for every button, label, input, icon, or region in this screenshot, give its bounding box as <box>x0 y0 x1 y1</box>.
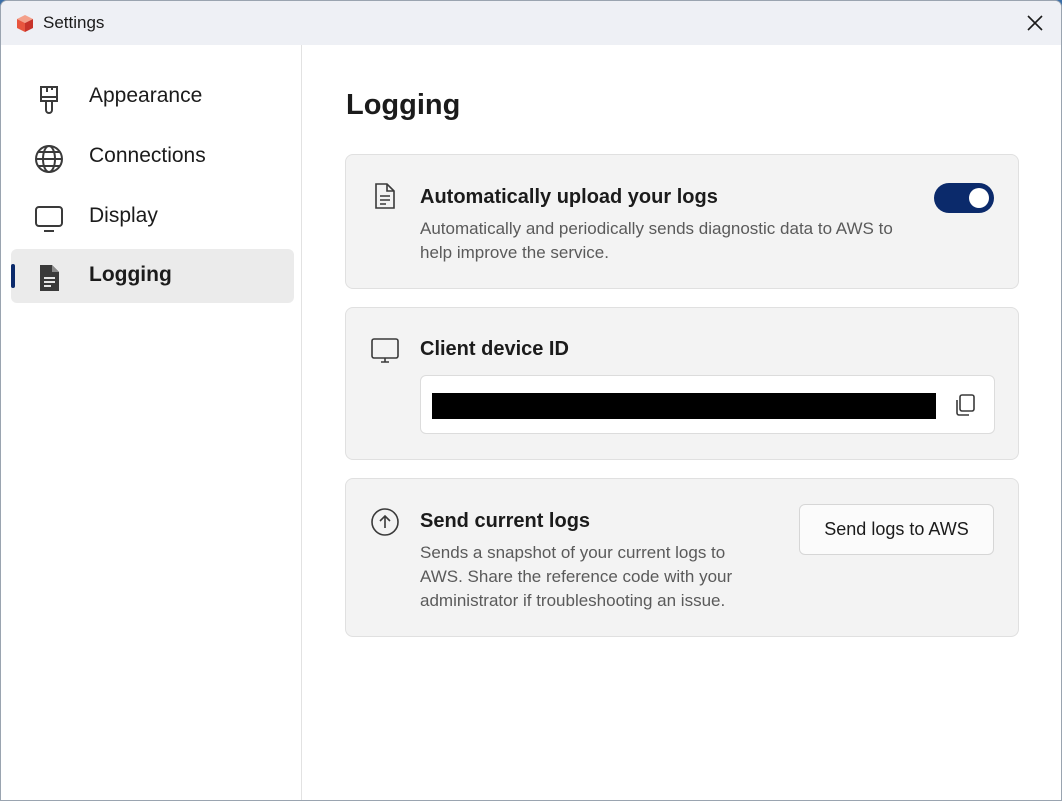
send-logs-button[interactable]: Send logs to AWS <box>799 504 994 555</box>
sidebar-item-appearance[interactable]: Appearance <box>11 70 294 124</box>
main-content: Logging Automatically upload your logs A… <box>303 45 1061 800</box>
auto-upload-description: Automatically and periodically sends dia… <box>420 219 893 262</box>
document-icon <box>375 183 395 209</box>
upload-arrow-icon <box>371 508 399 536</box>
send-logs-card: Send current logs Sends a snapshot of yo… <box>345 478 1019 637</box>
toggle-knob <box>969 188 989 208</box>
globe-icon <box>35 145 63 173</box>
auto-upload-toggle[interactable] <box>934 183 994 213</box>
sidebar-item-label: Connections <box>89 144 206 167</box>
auto-upload-card: Automatically upload your logs Automatic… <box>345 154 1019 289</box>
redacted-device-id <box>432 393 936 419</box>
page-title: Logging <box>346 89 461 121</box>
paintbrush-icon <box>40 86 58 114</box>
title-bar: Settings <box>1 1 1061 45</box>
close-icon <box>1027 15 1043 31</box>
monitor-icon <box>371 338 399 363</box>
sidebar-item-label: Logging <box>89 263 172 286</box>
sidebar-item-label: Display <box>89 204 158 227</box>
device-id-card: Client device ID <box>345 307 1019 460</box>
sidebar-item-connections[interactable]: Connections <box>11 130 294 184</box>
sidebar: Appearance Connections Display Logging <box>1 45 302 800</box>
send-logs-description: Sends a snapshot of your current logs to… <box>420 543 733 610</box>
sidebar-item-label: Appearance <box>89 84 203 107</box>
app-cube-icon <box>17 15 33 32</box>
close-button[interactable] <box>1009 1 1061 45</box>
sidebar-item-display[interactable]: Display <box>11 190 294 244</box>
active-indicator <box>11 264 15 288</box>
settings-window: Settings Appearance Connections Display … <box>0 0 1062 801</box>
auto-upload-title: Automatically upload your logs <box>420 186 718 208</box>
monitor-icon <box>35 206 63 232</box>
device-id-field[interactable] <box>420 375 995 434</box>
send-logs-title: Send current logs <box>420 510 591 532</box>
device-id-title: Client device ID <box>420 338 569 360</box>
document-icon <box>40 265 59 291</box>
window-title: Settings <box>43 13 105 32</box>
sidebar-item-logging[interactable]: Logging <box>11 249 294 303</box>
copy-icon[interactable] <box>952 392 978 418</box>
